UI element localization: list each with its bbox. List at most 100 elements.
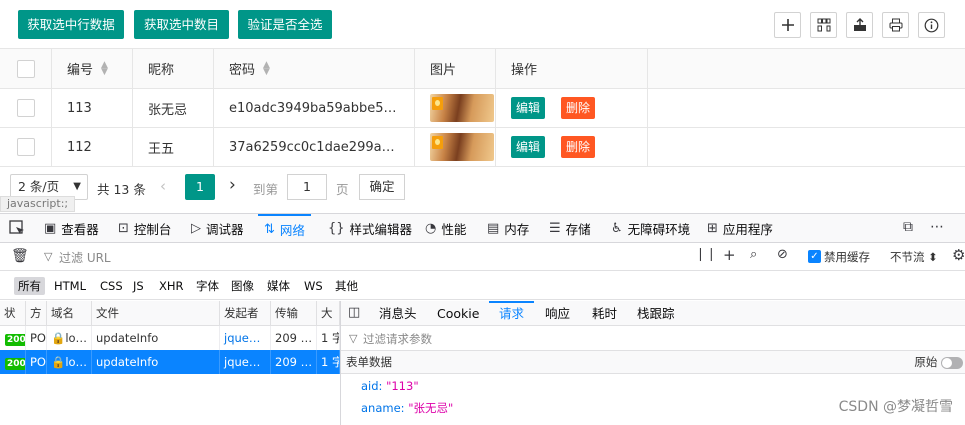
toggle-sidebar-icon[interactable]: ◫ [348, 305, 360, 320]
tab-inspector[interactable]: ▣ 查看器 [44, 214, 99, 243]
tab-inspector-label: 查看器 [61, 222, 99, 237]
filter-url-input[interactable]: 过滤 URL [59, 249, 111, 266]
image-cell [415, 128, 496, 166]
columns-icon[interactable] [810, 12, 837, 38]
watermark: CSDN @梦凝哲雪 [838, 399, 953, 415]
get-selected-count-button[interactable]: 获取选中数目 [134, 10, 229, 39]
transfer-cell: 209 … [271, 326, 317, 350]
type-xhr[interactable]: XHR [155, 277, 188, 295]
tab-headers[interactable]: 消息头 [379, 301, 417, 326]
export-icon[interactable] [846, 12, 873, 38]
header-nickname-label: 昵称 [148, 63, 175, 78]
search-icon[interactable]: ⌕ [750, 247, 757, 262]
type-js[interactable]: JS [129, 277, 148, 295]
edit-button[interactable]: 编辑 [511, 136, 546, 158]
prev-page-icon[interactable]: ‹ [160, 177, 166, 195]
status-url: javascript:; [0, 196, 76, 212]
goto-label: 到第 [253, 182, 279, 197]
pause-icon[interactable]: ❘❘ [695, 247, 717, 262]
method-cell: PO [26, 350, 47, 374]
tab-performance[interactable]: ◔ 性能 [425, 214, 466, 243]
thumbnail-image[interactable] [430, 94, 494, 122]
delete-button[interactable]: 删除 [561, 136, 596, 158]
raw-toggle[interactable]: 原始 [914, 351, 963, 373]
tab-memory-label: 内存 [504, 222, 530, 237]
col-transfer[interactable]: 传输 [271, 301, 317, 326]
tab-request[interactable]: 请求 [489, 301, 535, 326]
header-image-label: 图片 [430, 63, 457, 78]
add-icon[interactable] [774, 12, 801, 38]
type-ws[interactable]: WS [300, 277, 327, 295]
more-options-icon[interactable]: ⋯ [930, 219, 944, 235]
trash-icon[interactable]: 🗑 [11, 248, 29, 264]
tab-network[interactable]: ⇅ 网络 [258, 214, 311, 243]
row-select-cell [0, 128, 52, 166]
add-icon[interactable]: + [723, 246, 736, 264]
tab-style-editor[interactable]: {} 样式编辑器 [328, 214, 412, 243]
info-icon[interactable] [918, 12, 945, 38]
header-id[interactable]: 编号 ▲ ▼ [52, 49, 133, 88]
sort-icon[interactable]: ▲ ▼ [263, 60, 270, 76]
tab-accessibility[interactable]: ♿ 无障碍环境 [611, 214, 690, 243]
tab-storage-label: 存储 [565, 222, 591, 237]
raw-switch[interactable] [941, 356, 963, 369]
row-select-cell [0, 89, 52, 127]
col-status[interactable]: 状 [0, 301, 26, 326]
type-all[interactable]: 所有 [14, 277, 45, 295]
tab-timings[interactable]: 耗时 [592, 301, 617, 326]
next-page-icon[interactable]: › [229, 175, 236, 195]
delete-button[interactable]: 删除 [561, 97, 596, 119]
initiator-cell[interactable]: jque… [220, 326, 271, 350]
type-image[interactable]: 图像 [227, 277, 258, 295]
table-row[interactable]: 112 王五 37a6259cc0c1dae299a… 编辑 删除 [0, 128, 965, 167]
type-other[interactable]: 其他 [331, 277, 362, 295]
disable-cache-label: 禁用缓存 [824, 250, 870, 264]
disable-cache-checkbox[interactable]: ✓ [808, 250, 821, 263]
header-actions-label: 操作 [511, 63, 538, 78]
domain-text: lo… [65, 331, 88, 345]
row-checkbox[interactable] [17, 99, 35, 117]
current-page[interactable]: 1 [185, 174, 215, 200]
throttle-select[interactable]: 不节流 ⬍ [890, 249, 938, 265]
tab-cookie[interactable]: Cookie [437, 301, 479, 326]
tab-storage[interactable]: ☰ 存储 [549, 214, 591, 243]
col-initiator[interactable]: 发起者 [220, 301, 271, 326]
throttle-value: 不节流 [890, 250, 925, 264]
tab-console[interactable]: ⊡ 控制台 [118, 214, 171, 243]
request-row[interactable]: 200 PO 🔒lo… updateInfo jque… 209 … 1 字 [0, 326, 340, 350]
type-font[interactable]: 字体 [192, 277, 223, 295]
col-file[interactable]: 文件 [92, 301, 220, 326]
dock-icon[interactable]: ⧉ [903, 219, 913, 235]
tab-debugger[interactable]: ▷ 调试器 [191, 214, 244, 243]
edit-button[interactable]: 编辑 [511, 97, 546, 119]
confirm-button[interactable]: 确定 [359, 174, 405, 200]
block-icon[interactable]: ⊘ [777, 247, 788, 262]
col-method[interactable]: 方 [26, 301, 47, 326]
header-password[interactable]: 密码 ▲ ▼ [214, 49, 415, 88]
check-all-selected-button[interactable]: 验证是否全选 [238, 10, 332, 39]
col-domain[interactable]: 域名 [47, 301, 92, 326]
get-selected-rows-button[interactable]: 获取选中行数据 [18, 10, 124, 39]
type-css[interactable]: CSS [96, 277, 127, 295]
select-all-checkbox[interactable] [17, 59, 35, 78]
sort-icon[interactable]: ▲ ▼ [101, 60, 108, 76]
tab-memory[interactable]: ▤ 内存 [487, 214, 529, 243]
initiator-cell[interactable]: jque… [220, 350, 271, 374]
element-picker-icon[interactable] [9, 220, 25, 240]
type-media[interactable]: 媒体 [263, 277, 294, 295]
print-icon[interactable] [882, 12, 909, 38]
request-row[interactable]: 200 PO 🔒lo… updateInfo jque… 209 … 1 字 [0, 350, 340, 374]
table-row[interactable]: 113 张无忌 e10adc3949ba59abbe5… 编辑 删除 [0, 89, 965, 128]
form-data-section[interactable]: 表单数据 原始 [341, 350, 965, 374]
filter-icon: ▽ [44, 250, 53, 263]
col-size[interactable]: 大 [317, 301, 340, 326]
gear-icon[interactable]: ⚙ [952, 246, 965, 264]
tab-stack-trace[interactable]: 栈跟踪 [637, 301, 675, 326]
type-html[interactable]: HTML [50, 277, 90, 295]
thumbnail-image[interactable] [430, 133, 494, 161]
tab-response[interactable]: 响应 [545, 301, 570, 326]
filter-params-input[interactable]: 过滤请求参数 [363, 331, 432, 347]
row-checkbox[interactable] [17, 138, 35, 156]
goto-page-input[interactable]: 1 [287, 174, 327, 200]
tab-application[interactable]: ⊞ 应用程序 [707, 214, 773, 243]
